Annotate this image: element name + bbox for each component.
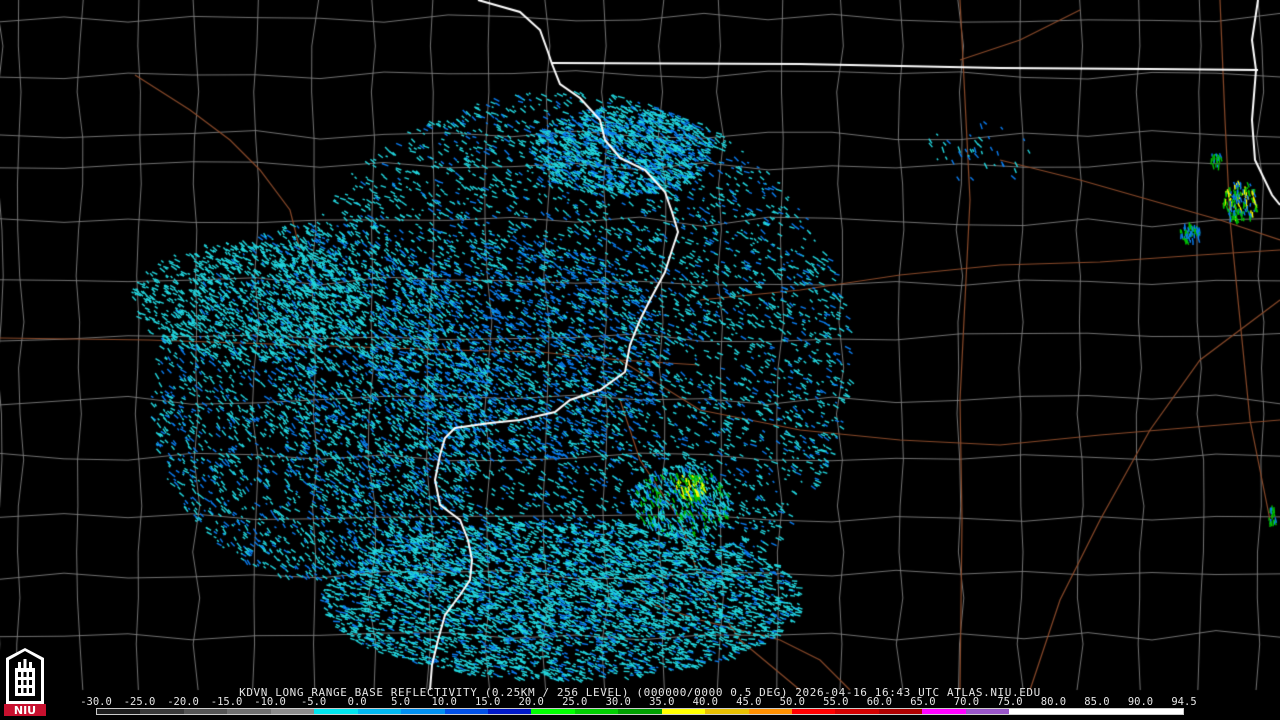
color-scale-ticks: -30.0 -25.0 -20.0 -15.0 -10.0 -5.0 0.0 5.0 10.0 1… xyxy=(80,696,1197,708)
scale-tick: 15.0 xyxy=(475,696,501,708)
scale-tick: -15.0 xyxy=(210,696,243,708)
scale-tick: -25.0 xyxy=(123,696,156,708)
niu-logo-icon: NIU xyxy=(4,648,46,716)
scale-tick: 35.0 xyxy=(649,696,675,708)
scale-color-segment xyxy=(487,709,532,714)
scale-color-segment xyxy=(401,709,445,714)
scale-color-segment xyxy=(574,709,619,714)
scale-color-segment xyxy=(357,709,402,714)
scale-color-segment xyxy=(140,709,184,714)
scale-tick: 80.0 xyxy=(1040,696,1067,708)
scale-color-segment xyxy=(531,709,575,714)
scale-color-segment xyxy=(1009,709,1053,714)
scale-tick: 90.0 xyxy=(1127,696,1154,708)
scale-tick: 65.0 xyxy=(910,696,936,708)
scale-color-segment xyxy=(444,709,488,714)
scale-color-segment xyxy=(705,709,749,714)
scale-tick: 85.0 xyxy=(1084,696,1110,708)
scale-tick: 70.0 xyxy=(953,696,980,708)
scale-color-segment xyxy=(618,709,662,714)
scale-color-segment xyxy=(1096,709,1140,714)
scale-tick: 55.0 xyxy=(823,696,849,708)
radar-map-canvas xyxy=(0,0,1280,720)
scale-tick: 25.0 xyxy=(562,696,588,708)
scale-tick: -30.0 xyxy=(80,696,112,708)
scale-tick: 20.0 xyxy=(518,696,544,708)
scale-color-segment xyxy=(97,709,141,714)
scale-tick: 30.0 xyxy=(605,696,631,708)
scale-color-segment xyxy=(922,709,966,714)
scale-color-segment xyxy=(1139,709,1183,714)
scale-tick: 5.0 xyxy=(391,696,411,708)
color-scale-bar xyxy=(96,708,1184,715)
scale-color-segment xyxy=(878,709,923,714)
logo-text: NIU xyxy=(14,704,36,716)
scale-tick: -10.0 xyxy=(254,696,286,708)
scale-color-segment xyxy=(1052,709,1097,714)
scale-color-segment xyxy=(270,709,315,714)
scale-tick: 10.0 xyxy=(431,696,457,708)
scale-color-segment xyxy=(314,709,358,714)
scale-tick: 60.0 xyxy=(866,696,893,708)
scale-color-segment xyxy=(227,709,271,714)
scale-tick: 0.0 xyxy=(347,696,367,708)
scale-tick: 50.0 xyxy=(779,696,805,708)
scale-color-segment xyxy=(835,709,879,714)
scale-color-segment xyxy=(183,709,228,714)
scale-tick: 45.0 xyxy=(736,696,762,708)
scale-tick: 75.0 xyxy=(997,696,1023,708)
scale-tick: -5.0 xyxy=(300,696,327,708)
scale-tick: 94.5 xyxy=(1171,696,1197,708)
scale-tick: 40.0 xyxy=(692,696,718,708)
scale-color-segment xyxy=(661,709,706,714)
scale-tick: -20.0 xyxy=(167,696,199,708)
scale-color-segment xyxy=(792,709,836,714)
scale-color-segment xyxy=(748,709,792,714)
scale-color-segment xyxy=(965,709,1010,714)
